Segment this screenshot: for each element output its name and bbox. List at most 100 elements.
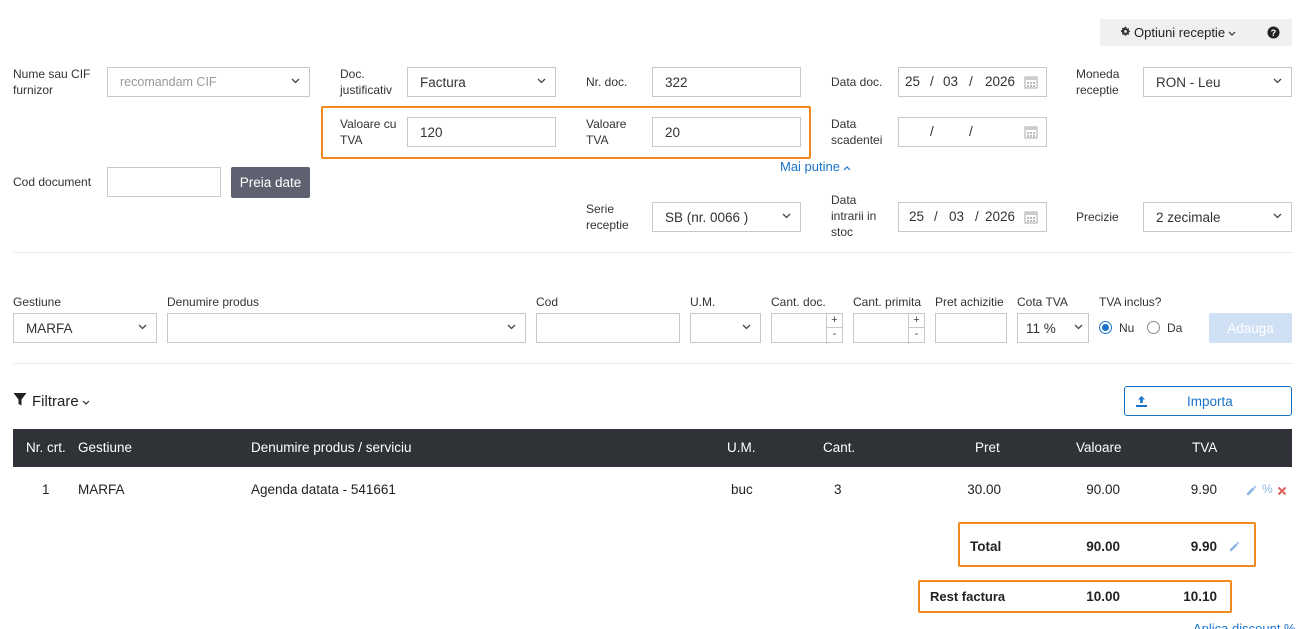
vat-included-no-label[interactable]: Nu bbox=[1119, 320, 1134, 336]
received-qty-stepper-buttons[interactable]: + - bbox=[908, 314, 924, 344]
calendar-icon[interactable] bbox=[1024, 125, 1038, 142]
value-with-vat-label: Valoare cu TVA bbox=[340, 117, 397, 147]
header-vat: TVA bbox=[1192, 440, 1218, 455]
doc-type-select[interactable]: Factura bbox=[407, 67, 556, 97]
apply-discount-link[interactable]: Aplica discount % bbox=[1193, 621, 1296, 629]
svg-text:?: ? bbox=[1271, 28, 1277, 38]
row-qty: 3 bbox=[834, 482, 842, 497]
doc-code-label: Cod document bbox=[13, 175, 92, 189]
stock-entry-date-input[interactable]: 25 / 03 / 2026 bbox=[898, 202, 1047, 232]
chevron-down-icon bbox=[1074, 324, 1083, 332]
question-circle-icon[interactable]: ? bbox=[1267, 26, 1280, 42]
code-input[interactable] bbox=[536, 313, 680, 343]
delete-icon[interactable] bbox=[1277, 484, 1287, 499]
doc-number-input[interactable]: 322 bbox=[652, 67, 801, 97]
doc-type-value: Factura bbox=[420, 74, 466, 90]
header-unit: U.M. bbox=[727, 440, 756, 455]
stock-entry-date-label: Data intrarii in stoc bbox=[831, 193, 877, 239]
warehouse-select[interactable]: MARFA bbox=[13, 313, 157, 343]
receipt-options-label: Optiuni receptie bbox=[1134, 25, 1226, 40]
vat-value-label: Valoare TVA bbox=[586, 117, 627, 147]
vat-included-yes-radio[interactable] bbox=[1147, 321, 1160, 334]
calendar-icon[interactable] bbox=[1024, 210, 1038, 227]
currency-value: RON - Leu bbox=[1156, 74, 1221, 90]
header-warehouse: Gestiune bbox=[78, 440, 133, 455]
vat-included-label: TVA inclus? bbox=[1099, 295, 1162, 309]
warehouse-value: MARFA bbox=[26, 320, 73, 336]
received-qty-stepper[interactable]: + - bbox=[853, 313, 925, 344]
calendar-icon[interactable] bbox=[1024, 75, 1038, 92]
unit-label: U.M. bbox=[690, 295, 716, 309]
doc-number-label: Nr. doc. bbox=[586, 75, 628, 89]
due-date-input[interactable]: / / bbox=[898, 117, 1047, 147]
value-with-vat-value: 120 bbox=[420, 124, 443, 140]
stock-date-day: 25 bbox=[909, 209, 925, 224]
currency-select[interactable]: RON - Leu bbox=[1143, 67, 1292, 97]
row-vat: 9.90 bbox=[1190, 482, 1217, 497]
vat-rate-select[interactable]: 11 % bbox=[1017, 313, 1089, 343]
receipt-options-button[interactable]: Optiuni receptie bbox=[1120, 25, 1236, 40]
total-label: Total bbox=[970, 539, 1002, 554]
vat-included-yes-label[interactable]: Da bbox=[1167, 320, 1182, 336]
rest-label: Rest factura bbox=[930, 589, 1006, 604]
table-row[interactable]: 1 MARFA Agenda datata - 541661 buc 3 30.… bbox=[13, 467, 1292, 513]
row-price: 30.00 bbox=[967, 482, 1001, 497]
vat-value-input[interactable]: 20 bbox=[652, 117, 801, 147]
decrement-button[interactable]: - bbox=[909, 328, 924, 342]
precision-select[interactable]: 2 zecimale bbox=[1143, 202, 1292, 232]
chevron-up-icon bbox=[843, 159, 851, 174]
doc-qty-stepper-buttons[interactable]: + - bbox=[826, 314, 842, 344]
fetch-data-label: Preia date bbox=[239, 175, 302, 190]
doc-qty-label: Cant. doc. bbox=[771, 295, 826, 309]
fetch-data-button[interactable]: Preia date bbox=[231, 167, 310, 198]
vat-rate-label: Cota TVA bbox=[1017, 295, 1068, 309]
doc-date-year: 2026 bbox=[985, 74, 1016, 89]
doc-date-input[interactable]: 25 / 03 / 2026 bbox=[898, 67, 1047, 97]
decrement-button[interactable]: - bbox=[827, 328, 842, 342]
total-vat: 9.90 bbox=[1190, 539, 1217, 554]
date-separator: / bbox=[975, 209, 979, 224]
header-nr: Nr. crt. bbox=[26, 440, 66, 455]
filter-toggle[interactable]: Filtrare bbox=[13, 392, 90, 411]
chevron-down-icon bbox=[138, 324, 147, 332]
header-qty: Cant. bbox=[823, 440, 856, 455]
edit-icon[interactable] bbox=[1246, 484, 1257, 499]
due-date-label: Data scadentei bbox=[831, 117, 883, 147]
precision-value: 2 zecimale bbox=[1156, 209, 1221, 225]
doc-date-month: 03 bbox=[943, 74, 959, 89]
product-name-select[interactable] bbox=[167, 313, 526, 343]
vat-included-no-radio[interactable] bbox=[1099, 321, 1112, 334]
chevron-down-icon bbox=[507, 324, 516, 332]
show-less-link[interactable]: Mai putine bbox=[780, 159, 851, 174]
row-warehouse: MARFA bbox=[78, 482, 125, 497]
chevron-down-icon bbox=[742, 324, 751, 332]
increment-button[interactable]: + bbox=[827, 314, 842, 328]
chevron-down-icon bbox=[537, 78, 546, 86]
increment-button[interactable]: + bbox=[909, 314, 924, 328]
header-price: Pret bbox=[975, 440, 1000, 455]
header-product: Denumire produs / serviciu bbox=[251, 440, 412, 455]
supplier-select[interactable]: recomandam CIF bbox=[107, 67, 310, 97]
supplier-label: Nume sau CIF furnizor bbox=[13, 67, 91, 97]
doc-type-label: Doc. justificativ bbox=[340, 67, 393, 97]
unit-select[interactable] bbox=[690, 313, 761, 343]
stock-date-year: 2026 bbox=[985, 209, 1016, 224]
value-with-vat-input[interactable]: 120 bbox=[407, 117, 556, 147]
percent-icon[interactable]: % bbox=[1262, 482, 1273, 496]
import-button[interactable]: Importa bbox=[1124, 386, 1292, 416]
doc-qty-stepper[interactable]: + - bbox=[771, 313, 843, 344]
currency-label: Moneda receptie bbox=[1076, 67, 1120, 97]
code-label: Cod bbox=[536, 295, 559, 309]
purchase-price-input[interactable] bbox=[935, 313, 1007, 343]
divider bbox=[13, 363, 1292, 364]
chevron-down-icon bbox=[782, 213, 791, 221]
product-name-label: Denumire produs bbox=[167, 295, 260, 309]
add-button[interactable]: Adauga bbox=[1209, 313, 1292, 343]
edit-total-icon[interactable] bbox=[1229, 540, 1240, 555]
doc-code-input[interactable] bbox=[107, 167, 221, 197]
series-select[interactable]: SB (nr. 0066 ) bbox=[652, 202, 801, 232]
filter-label: Filtrare bbox=[32, 393, 79, 410]
chevron-down-icon bbox=[1228, 25, 1236, 40]
add-button-label: Adauga bbox=[1227, 320, 1274, 336]
supplier-placeholder: recomandam CIF bbox=[120, 75, 217, 89]
